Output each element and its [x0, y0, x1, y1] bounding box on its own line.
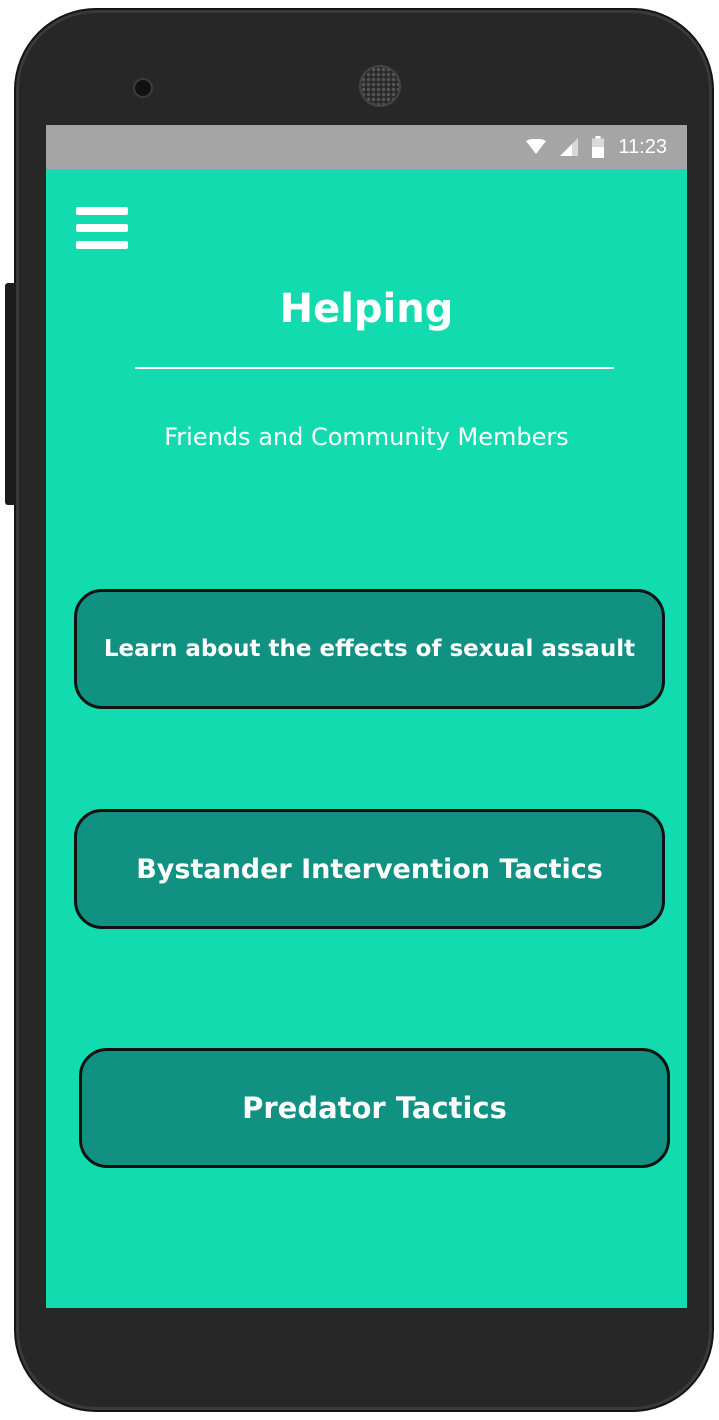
- bystander-intervention-tactics-button[interactable]: Bystander Intervention Tactics: [74, 809, 665, 929]
- hamburger-line: [76, 241, 128, 249]
- phone-frame: 11:23 Helping Friends and Community Memb…: [14, 8, 714, 1412]
- battery-icon: [592, 136, 605, 158]
- status-time: 11:23: [618, 135, 667, 158]
- hamburger-line: [76, 224, 128, 232]
- status-bar: 11:23: [46, 125, 687, 169]
- page-subtitle: Friends and Community Members: [164, 423, 569, 451]
- title-divider: [135, 367, 614, 369]
- side-volume-button: [5, 283, 16, 505]
- page-title: Helping: [279, 286, 454, 332]
- wifi-icon: [526, 139, 547, 154]
- hamburger-menu-icon[interactable]: [76, 207, 128, 249]
- earpiece-speaker: [361, 67, 399, 105]
- app-screen: 11:23 Helping Friends and Community Memb…: [46, 125, 687, 1308]
- hamburger-line: [76, 207, 128, 215]
- signal-icon: [560, 138, 579, 156]
- front-camera: [135, 80, 151, 96]
- effects-of-sexual-assault-button[interactable]: Learn about the effects of sexual assaul…: [74, 589, 665, 709]
- status-icons: 11:23: [526, 125, 667, 169]
- predator-tactics-button[interactable]: Predator Tactics: [79, 1048, 670, 1168]
